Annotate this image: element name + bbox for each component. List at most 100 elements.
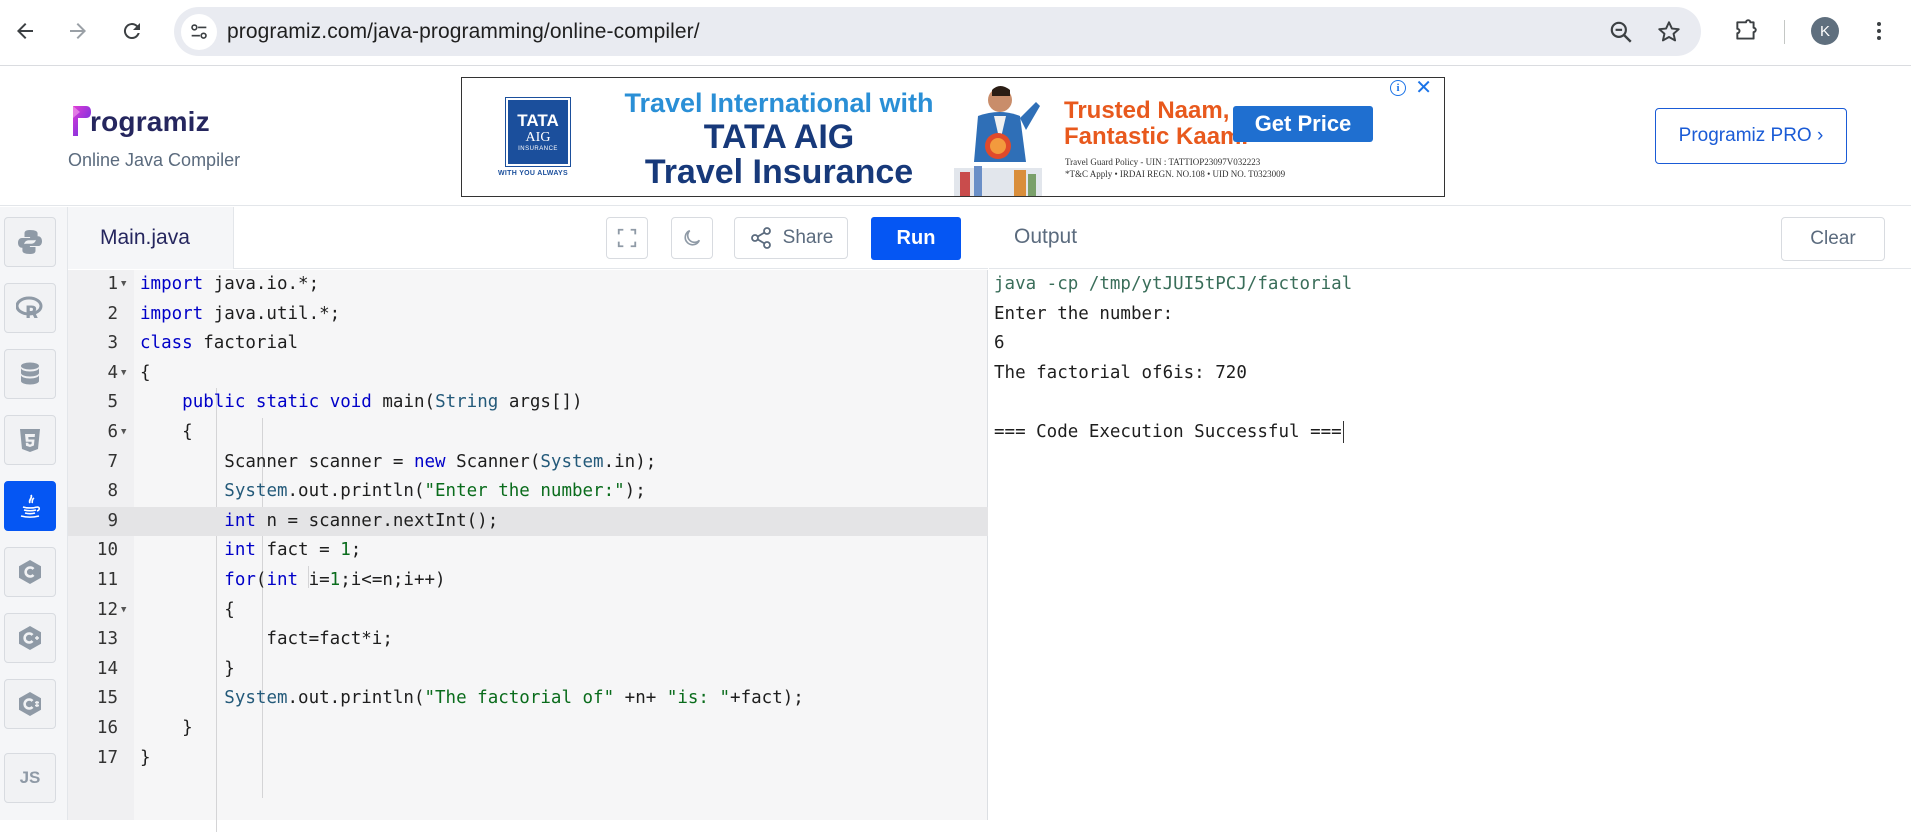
more-vert-icon	[1877, 22, 1881, 40]
code-line[interactable]: 11 for(int i=1;i<=n;i++)	[68, 566, 988, 596]
database-icon	[21, 362, 39, 385]
output-toolbar: Output Clear	[989, 207, 1911, 269]
code-line[interactable]: 2 import java.util.*;	[68, 300, 988, 330]
editor-toolbar: Main.java Share Run	[68, 207, 988, 269]
share-button[interactable]: Share	[734, 217, 848, 259]
c-icon	[19, 560, 41, 584]
output-command-line: java -cp /tmp/ytJUI5tPCJ/factorial	[994, 274, 1353, 294]
output-title: Output	[1014, 225, 1078, 248]
advertisement-banner[interactable]: TATA AIG INSURANCE WITH YOU ALWAYS Trave…	[461, 77, 1445, 197]
sidebar-item-r[interactable]: R	[4, 283, 56, 333]
output-line: Enter the number:	[994, 303, 1174, 324]
ad-tagline: WITH YOU ALWAYS	[498, 170, 568, 177]
site-header: rogramiz Online Java Compiler TATA AIG I…	[0, 66, 1911, 206]
fold-arrow-icon[interactable]: ▼	[121, 418, 126, 448]
url-text[interactable]: programiz.com/java-programming/online-co…	[227, 20, 700, 44]
puzzle-icon	[1736, 19, 1757, 40]
browser-menu-button[interactable]	[1862, 14, 1896, 48]
output-line: === Code Execution Successful ===	[994, 418, 1344, 448]
profile-avatar[interactable]: K	[1811, 17, 1839, 45]
back-button[interactable]	[7, 13, 43, 49]
code-line[interactable]: 8 System.out.println("Enter the number:"…	[68, 477, 988, 507]
code-line[interactable]: 17 }	[68, 744, 988, 774]
code-editor[interactable]: 1 ▼ import java.io.*; 2 import java.util.…	[68, 270, 988, 832]
code-line[interactable]: 7 Scanner scanner = new Scanner(System.i…	[68, 448, 988, 478]
programiz-logo[interactable]: rogramiz	[70, 102, 210, 140]
arrow-left-icon	[17, 23, 33, 39]
svg-text:R: R	[25, 303, 38, 322]
code-line[interactable]: 5 public static void main(String args[])	[68, 388, 988, 418]
ad-headline-3: Travel Insurance	[644, 153, 914, 191]
python-icon	[18, 230, 42, 254]
output-line: 6	[994, 333, 1005, 354]
code-line[interactable]: 6 ▼ {	[68, 418, 988, 448]
extensions-button[interactable]	[1729, 14, 1763, 48]
code-line[interactable]: 1 ▼ import java.io.*;	[68, 270, 988, 300]
html5-icon	[20, 429, 40, 452]
csharp-icon	[19, 692, 41, 716]
arrow-right-icon	[70, 23, 86, 39]
address-bar[interactable]: programiz.com/java-programming/online-co…	[174, 7, 1701, 56]
sidebar-item-c[interactable]	[4, 547, 56, 597]
share-label: Share	[782, 227, 834, 248]
reload-icon	[123, 23, 140, 40]
forward-button[interactable]	[60, 13, 96, 49]
output-success-text: === Code Execution Successful ===	[994, 422, 1342, 442]
tune-icon	[191, 24, 207, 39]
ad-fine-print: Travel Guard Policy - UIN : TATTIOP23097…	[1065, 157, 1286, 179]
output-line: The factorial of6is: 720	[994, 362, 1247, 383]
code-line[interactable]: 12 ▼ {	[68, 596, 988, 626]
programiz-pro-button[interactable]: Programiz PRO ›	[1655, 108, 1847, 164]
code-line[interactable]: 15 System.out.println("The factorial of"…	[68, 684, 988, 714]
code-line[interactable]: 3 class factorial	[68, 329, 988, 359]
sidebar-item-cpp[interactable]	[4, 613, 56, 663]
sidebar-item-html[interactable]	[4, 415, 56, 465]
sidebar-item-sql[interactable]	[4, 349, 56, 399]
ad-trusted-text: Trusted Naam, Fantastic Kaam.	[1064, 97, 1249, 150]
reload-button[interactable]	[114, 13, 150, 49]
compiler-subtitle: Online Java Compiler	[68, 150, 241, 170]
ad-get-price-button[interactable]: Get Price	[1233, 106, 1373, 142]
output-console[interactable]: java -cp /tmp/ytJUI5tPCJ/factorial Enter…	[989, 270, 1911, 820]
sidebar-item-java[interactable]	[4, 481, 56, 531]
fullscreen-icon	[617, 228, 637, 248]
ad-close-icon[interactable]: ✕	[1415, 78, 1432, 98]
code-line[interactable]: 14 }	[68, 655, 988, 685]
run-button[interactable]: Run	[871, 217, 961, 260]
code-line[interactable]: 16 }	[68, 714, 988, 744]
ad-headline-1: Travel International with	[624, 88, 934, 118]
java-icon	[20, 494, 41, 518]
fold-arrow-icon[interactable]: ▼	[121, 596, 126, 626]
fold-arrow-icon[interactable]: ▼	[121, 270, 126, 300]
code-line-current[interactable]: 9 int n = scanner.nextInt();	[68, 506, 988, 537]
share-icon	[750, 227, 771, 249]
moon-icon	[684, 229, 701, 246]
sidebar-item-js[interactable]: JS	[4, 753, 56, 803]
code-line[interactable]: 13 fact=fact*i;	[68, 625, 988, 655]
fullscreen-button[interactable]	[606, 217, 648, 259]
sidebar-item-csharp[interactable]	[4, 679, 56, 729]
tata-aig-logo: TATA AIG INSURANCE	[505, 97, 571, 167]
ad-person-image	[954, 86, 1042, 196]
ad-info-icon[interactable]: i	[1390, 80, 1406, 96]
clear-button[interactable]: Clear	[1781, 217, 1885, 261]
tab-main-java[interactable]: Main.java	[68, 207, 234, 269]
sidebar-item-python[interactable]	[4, 217, 56, 267]
code-line[interactable]: 4 ▼ {	[68, 359, 988, 389]
cpp-icon	[19, 626, 41, 650]
text-cursor	[1342, 421, 1344, 443]
dark-mode-toggle[interactable]	[671, 217, 713, 259]
toolbar-divider	[1784, 20, 1785, 44]
ad-headline-2: TATA AIG	[703, 118, 855, 156]
site-info-button[interactable]	[181, 14, 217, 50]
programiz-p-icon	[73, 106, 91, 136]
browser-toolbar: programiz.com/java-programming/online-co…	[0, 0, 1911, 66]
fold-arrow-icon[interactable]: ▼	[121, 359, 126, 389]
language-sidebar: R JS	[0, 207, 68, 820]
zoom-out-icon[interactable]	[1608, 19, 1634, 45]
r-icon: R	[16, 296, 43, 322]
bookmark-star-icon[interactable]	[1656, 19, 1682, 45]
code-line[interactable]: 10 int fact = 1;	[68, 536, 988, 566]
logo-text: rogramiz	[90, 106, 210, 137]
js-icon: JS	[19, 768, 41, 787]
